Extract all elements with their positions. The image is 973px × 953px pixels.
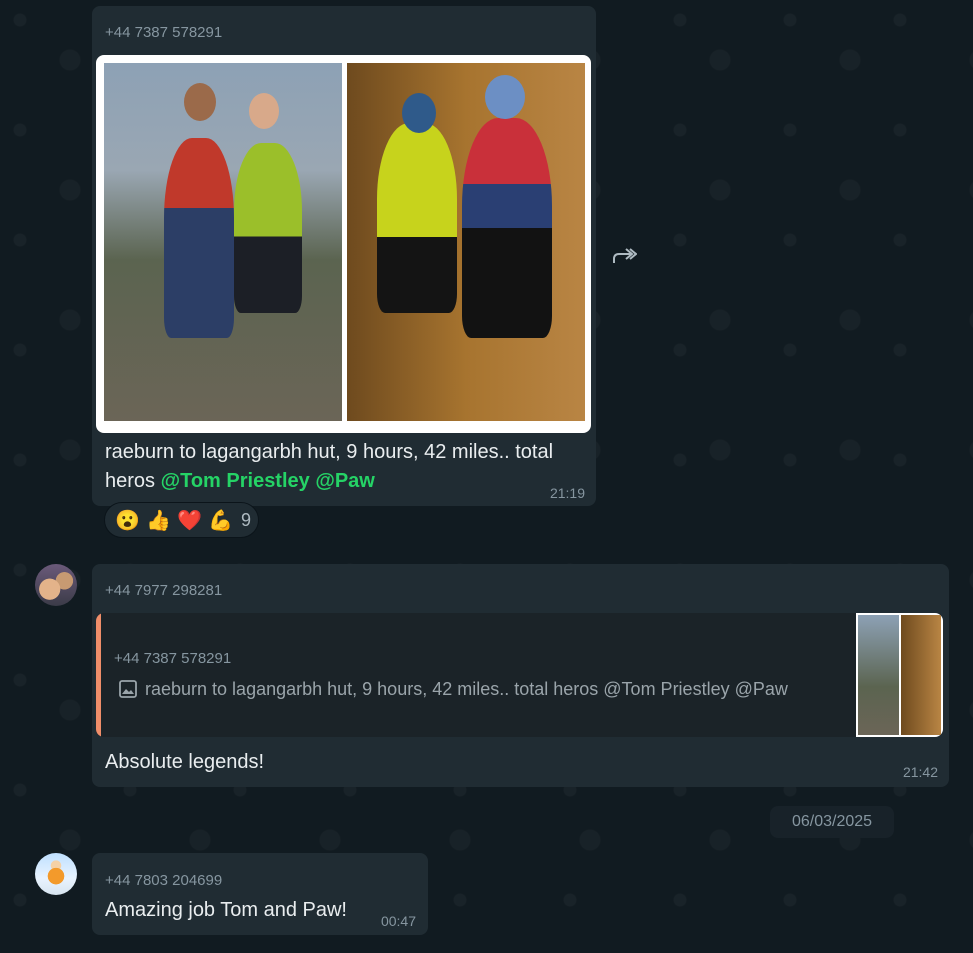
sender-name[interactable]: +44 7977 298281 [105,582,222,599]
message-timestamp: 00:47 [380,913,416,929]
heart-emoji-icon: ❤️ [177,509,202,532]
message-text: raeburn to lagangarbh hut, 9 hours, 42 m… [105,438,590,496]
album-photo[interactable] [104,63,342,421]
message-bubble[interactable]: +44 7387 578291 raeburn to lagangarbh hu… [92,6,596,506]
date-divider: 06/03/2025 [770,806,894,838]
message-timestamp: 21:42 [902,764,938,780]
mention-link[interactable]: @Tom Priestley [161,470,310,492]
sender-name[interactable]: +44 7803 204699 [105,872,222,889]
quoted-sender: +44 7387 578291 [114,650,232,667]
sender-name[interactable]: +44 7387 578291 [105,24,222,41]
avatar[interactable] [35,564,77,606]
reactions-pill[interactable]: 😮 👍 ❤️ 💪 9 [104,502,259,538]
image-icon [119,680,137,698]
reaction-count: 9 [241,509,252,530]
message-bubble[interactable]: +44 7977 298281 +44 7387 578291 raeburn … [92,564,949,787]
flexed-biceps-emoji-icon: 💪 [208,509,233,532]
album-photo[interactable] [347,63,585,421]
quote-accent-bar [96,613,101,737]
message-text: Amazing job Tom and Paw! [105,899,347,921]
quoted-thumbnail [856,613,943,737]
quoted-text: raeburn to lagangarbh hut, 9 hours, 42 m… [145,679,788,699]
thumbs-up-emoji-icon: 👍 [146,509,171,532]
message-text: Absolute legends! [105,751,265,773]
message-bubble[interactable]: +44 7803 204699 Amazing job Tom and Paw!… [92,853,428,935]
surprised-emoji-icon: 😮 [115,509,140,532]
photo-album[interactable] [96,55,591,433]
avatar[interactable] [35,853,77,895]
quoted-message[interactable]: +44 7387 578291 raeburn to lagangarbh hu… [96,613,943,737]
message-timestamp: 21:19 [549,485,585,501]
mention-link[interactable]: @Paw [315,470,375,492]
forward-icon[interactable] [608,242,640,270]
